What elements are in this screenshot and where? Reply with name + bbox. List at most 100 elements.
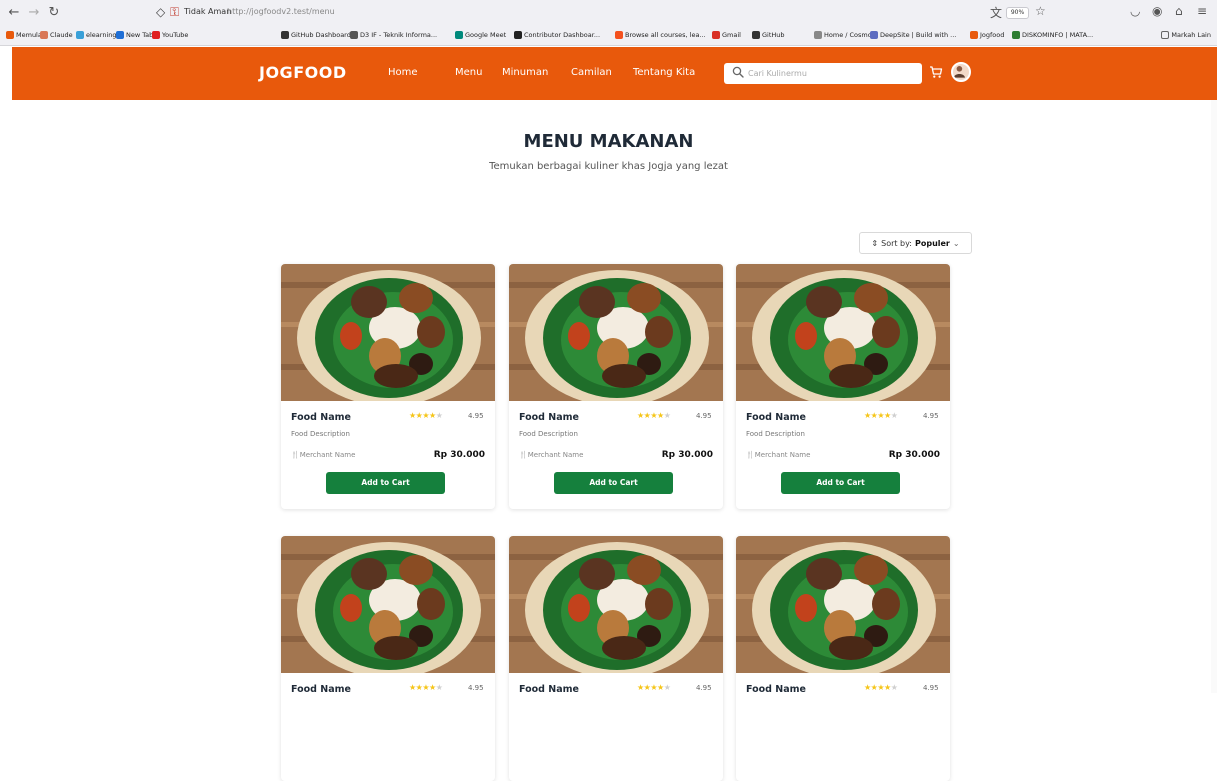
food-name[interactable]: Food Name: [746, 684, 806, 695]
site-logo[interactable]: JOGFOOD: [259, 63, 347, 82]
chevron-down-icon: ⌄: [952, 238, 960, 248]
bookmark-item[interactable]: GitHub: [752, 31, 785, 39]
star-icon: ★: [890, 411, 898, 420]
bookmark-item[interactable]: DeepSite | Build with ...: [870, 31, 956, 39]
food-card[interactable]: Food Name ★★★★★ 4.95: [281, 536, 495, 781]
bookmark-item[interactable]: Memulai: [6, 31, 44, 39]
bookmark-favicon-icon: [615, 31, 623, 39]
food-card[interactable]: Food Name ★★★★★ 4.95 Food Description 🍴Merch…: [509, 264, 723, 509]
bookmark-favicon-icon: [712, 31, 720, 39]
rating-value: 4.95: [468, 412, 484, 420]
search-input[interactable]: [748, 66, 916, 81]
nav-home[interactable]: Home: [388, 67, 418, 78]
add-to-cart-button[interactable]: Add to Cart: [781, 472, 900, 494]
food-photo[interactable]: [509, 536, 723, 673]
star-icon: ★: [657, 683, 664, 692]
address-bar[interactable]: ◇ ⚿ Tidak Aman http://jogfoodv2.test/men…: [156, 4, 976, 23]
bookmark-star-icon[interactable]: ☆: [1035, 4, 1046, 18]
shield-icon[interactable]: ◇: [156, 5, 165, 19]
folder-icon: [1161, 31, 1170, 39]
merchant-name[interactable]: 🍴Merchant Name: [519, 451, 583, 459]
bookmark-favicon-icon: [76, 31, 84, 39]
page-scrollbar[interactable]: [1211, 100, 1217, 693]
star-rating: ★★★★★: [637, 683, 671, 692]
food-photo[interactable]: [509, 264, 723, 401]
bookmark-item[interactable]: DISKOMINFO | MATA...: [1012, 31, 1093, 39]
not-secure-lock-icon[interactable]: ⚿: [170, 5, 179, 20]
food-name[interactable]: Food Name: [746, 412, 806, 423]
food-name[interactable]: Food Name: [519, 412, 579, 423]
add-to-cart-button[interactable]: Add to Cart: [554, 472, 673, 494]
user-avatar-icon: [953, 66, 965, 78]
zoom-level[interactable]: 90%: [1006, 7, 1029, 19]
star-rating: ★★★★★: [637, 411, 671, 420]
url-text[interactable]: http://jogfoodv2.test/menu: [227, 7, 335, 16]
translate-icon[interactable]: 文: [990, 4, 1002, 21]
food-card[interactable]: Food Name ★★★★★ 4.95 Food Description 🍴Merch…: [281, 264, 495, 509]
avatar[interactable]: [951, 62, 971, 82]
menu-icon[interactable]: ≡: [1197, 4, 1207, 18]
account-icon[interactable]: ◉: [1152, 4, 1162, 18]
extensions-icon[interactable]: ⌂: [1175, 4, 1183, 18]
star-rating: ★★★★★: [864, 683, 898, 692]
bookmark-favicon-icon: [752, 31, 760, 39]
bookmark-item[interactable]: Home / Cosmos: [814, 31, 875, 39]
food-photo[interactable]: [736, 536, 950, 673]
bookmark-item[interactable]: Browse all courses, lea...: [615, 31, 706, 39]
rating-value: 4.95: [468, 684, 484, 692]
bookmark-label: Claude: [50, 31, 73, 39]
bookmark-item[interactable]: GitHub Dashboard: [281, 31, 351, 39]
bookmark-label: Google Meet: [465, 31, 507, 39]
food-photo[interactable]: [281, 536, 495, 673]
food-photo[interactable]: [736, 264, 950, 401]
sort-dropdown[interactable]: ⇕ Sort by: Populer ⌄: [859, 232, 972, 254]
bookmark-item[interactable]: Google Meet: [455, 31, 506, 39]
star-icon: ★: [429, 683, 436, 692]
pocket-icon[interactable]: ◡: [1130, 4, 1140, 18]
bookmark-label: DISKOMINFO | MATA...: [1022, 31, 1094, 39]
bookmark-favicon-icon: [970, 31, 978, 39]
merchant-name[interactable]: 🍴Merchant Name: [291, 451, 355, 459]
bookmark-item[interactable]: Contributor Dashboar...: [514, 31, 600, 39]
forward-icon[interactable]: →: [26, 5, 42, 21]
nav-menu[interactable]: Menu: [455, 67, 482, 78]
bookmark-item[interactable]: YouTube: [152, 31, 188, 39]
bookmark-item[interactable]: Markah Lain: [1161, 31, 1211, 39]
merchant-label: Merchant Name: [754, 451, 811, 459]
food-card[interactable]: Food Name ★★★★★ 4.95: [509, 536, 723, 781]
food-price: Rp 30.000: [433, 450, 485, 460]
bookmark-item[interactable]: Claude: [40, 31, 73, 39]
food-card[interactable]: Food Name ★★★★★ 4.95 Food Description 🍴Merch…: [736, 264, 950, 509]
nav-tentang-kita[interactable]: Tentang Kita: [633, 67, 695, 78]
food-name[interactable]: Food Name: [519, 684, 579, 695]
bookmark-favicon-icon: [6, 31, 14, 39]
rating-value: 4.95: [923, 684, 939, 692]
back-icon[interactable]: ←: [6, 5, 22, 21]
merchant-name[interactable]: 🍴Merchant Name: [746, 451, 810, 459]
bookmark-favicon-icon: [116, 31, 124, 39]
cart-icon[interactable]: [929, 65, 943, 79]
bookmark-item[interactable]: Gmail: [712, 31, 741, 39]
bookmark-item[interactable]: Jogfood: [970, 31, 1004, 39]
add-to-cart-button[interactable]: Add to Cart: [326, 472, 445, 494]
food-photo[interactable]: [281, 264, 495, 401]
nav-minuman[interactable]: Minuman: [502, 67, 548, 78]
bookmark-favicon-icon: [40, 31, 48, 39]
star-rating: ★★★★★: [409, 411, 443, 420]
bookmarks-bar: Memulai Claude elearning if New Tab YouTube G…: [0, 27, 1217, 46]
nav-camilan[interactable]: Camilan: [571, 67, 612, 78]
star-icon: ★: [884, 683, 891, 692]
food-card[interactable]: Food Name ★★★★★ 4.95: [736, 536, 950, 781]
food-name[interactable]: Food Name: [291, 684, 351, 695]
food-name[interactable]: Food Name: [291, 412, 351, 423]
bookmark-label: Home / Cosmos: [824, 31, 876, 39]
browser-toolbar: ← → ↻ ◇ ⚿ Tidak Aman http://jogfoodv2.te…: [0, 0, 1217, 27]
bookmark-item[interactable]: New Tab: [116, 31, 153, 39]
reload-icon[interactable]: ↻: [46, 5, 62, 21]
url-path: /menu: [309, 7, 335, 16]
bookmark-item[interactable]: D3 IF - Teknik Informa...: [350, 31, 437, 39]
utensils-icon: 🍴: [291, 451, 300, 459]
star-icon: ★: [650, 411, 658, 420]
star-icon: ★: [422, 683, 430, 692]
star-rating: ★★★★★: [409, 683, 443, 692]
